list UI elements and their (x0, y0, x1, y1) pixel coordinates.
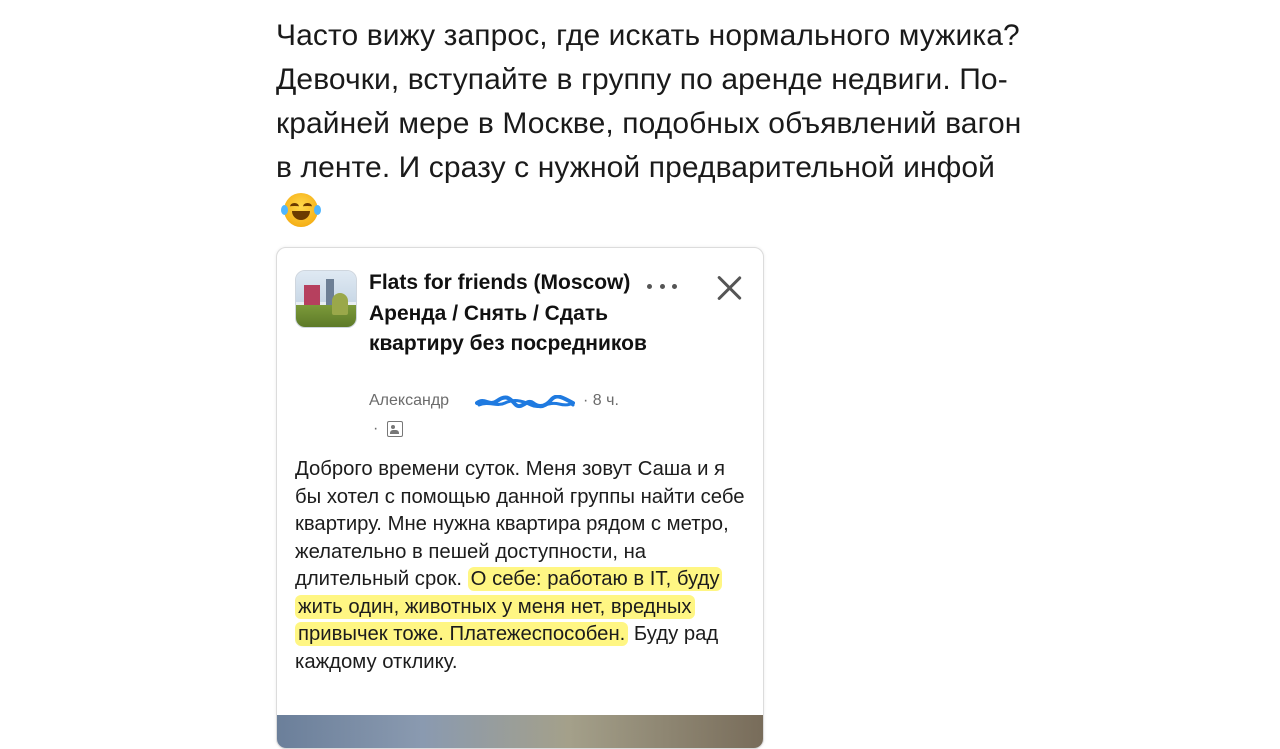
caption: Часто вижу запрос, где искать нормальног… (276, 14, 1036, 234)
group-title[interactable]: Flats for friends (Moscow) Аренда / Снят… (369, 268, 659, 360)
group-audience-icon (387, 421, 403, 437)
close-icon[interactable] (715, 274, 743, 302)
audience-separator: · (373, 420, 379, 437)
caption-text: Часто вижу запрос, где искать нормальног… (276, 19, 1022, 184)
group-avatar[interactable] (295, 270, 357, 328)
face-with-tears-of-joy-icon (281, 193, 321, 227)
author-name[interactable]: Александр (369, 392, 449, 409)
post-text: Доброго времени суток. Меня зовут Саша и… (295, 456, 745, 676)
more-options-button[interactable] (647, 276, 677, 296)
post-time: · 8 ч. (583, 392, 619, 409)
redaction-scribble (475, 395, 575, 409)
post-image[interactable] (277, 715, 763, 748)
post-meta: Александр (369, 392, 449, 410)
post-card: Flats for friends (Moscow) Аренда / Снят… (276, 247, 764, 749)
